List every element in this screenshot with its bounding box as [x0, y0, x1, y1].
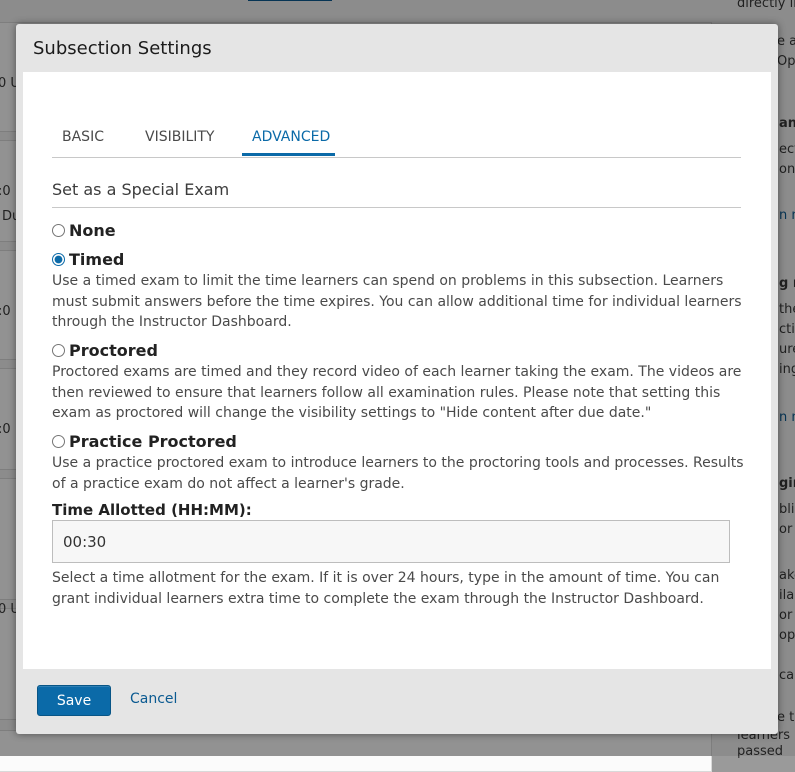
time-allotted-input[interactable]: [52, 520, 730, 563]
option-proctored-label[interactable]: Proctored: [69, 341, 158, 360]
settings-tabs: BASIC VISIBILITY ADVANCED: [52, 128, 741, 158]
cancel-button[interactable]: Cancel: [130, 691, 177, 707]
subsection-settings-modal: Subsection Settings BASIC VISIBILITY ADV…: [16, 24, 778, 734]
save-button[interactable]: Save: [37, 685, 111, 716]
modal-content: BASIC VISIBILITY ADVANCED Set as a Speci…: [23, 72, 771, 669]
section-heading: Set as a Special Exam: [52, 180, 741, 208]
tab-advanced[interactable]: ADVANCED: [242, 128, 335, 156]
time-allotted-label: Time Allotted (HH:MM):: [52, 501, 252, 519]
modal-title: Subsection Settings: [33, 38, 212, 59]
none-radio[interactable]: [52, 224, 65, 237]
option-practice-proctored-description: Use a practice proctored exam to introdu…: [52, 455, 744, 492]
option-practice-proctored-label[interactable]: Practice Proctored: [69, 432, 237, 451]
option-proctored-description: Proctored exams are timed and they recor…: [52, 364, 742, 421]
proctored-radio[interactable]: [52, 344, 65, 357]
practice-proctored-radio[interactable]: [52, 435, 65, 448]
timed-radio[interactable]: [52, 253, 65, 266]
option-none-label[interactable]: None: [69, 221, 116, 240]
option-timed-label[interactable]: Timed: [69, 250, 124, 269]
option-timed-description: Use a timed exam to limit the time learn…: [52, 273, 742, 330]
tab-visibility[interactable]: VISIBILITY: [145, 128, 215, 156]
tab-basic[interactable]: BASIC: [62, 128, 104, 156]
time-allotted-help: Select a time allotment for the exam. If…: [52, 570, 720, 607]
